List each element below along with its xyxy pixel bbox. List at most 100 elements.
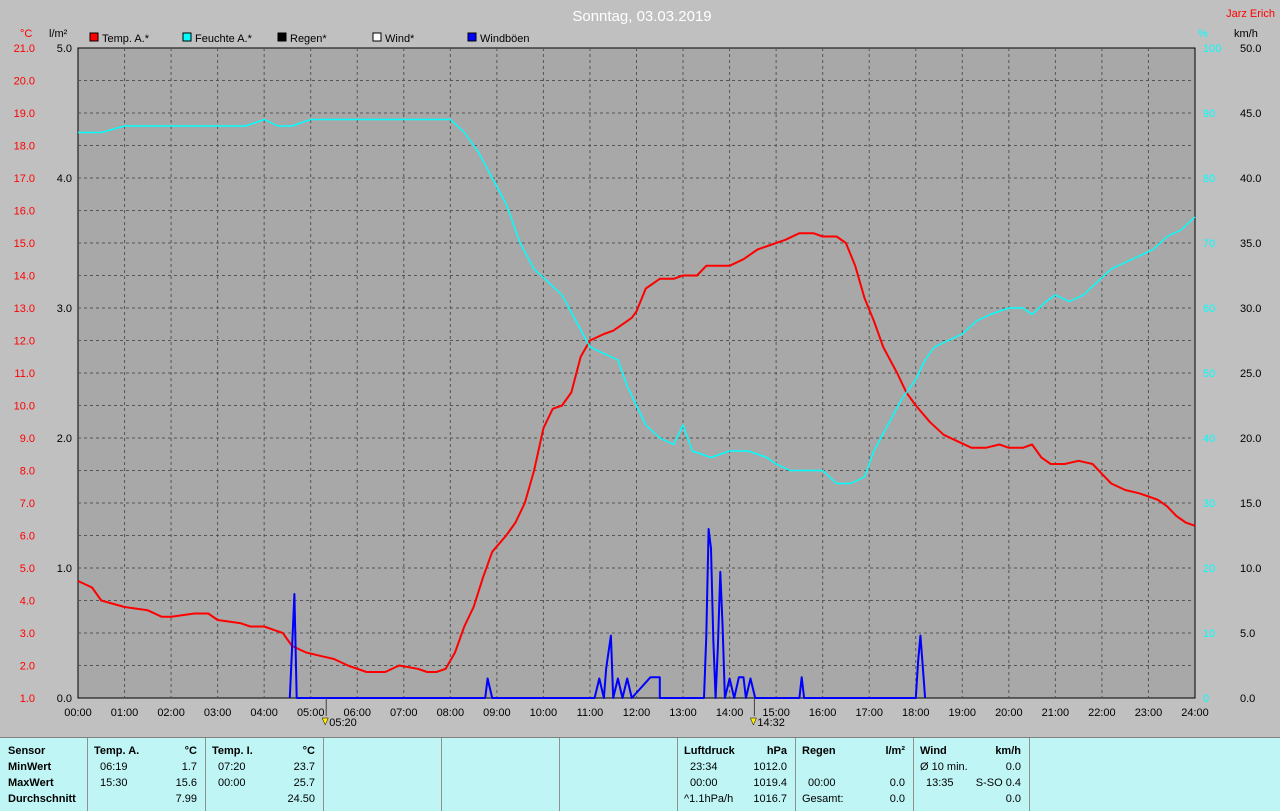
wind-tick-label: 50.0: [1240, 43, 1261, 55]
pressure-column: Luftdruck hPa 23:34 1012.0 00:00 1019.4 …: [678, 738, 796, 811]
time-tick-label: 20:00: [995, 707, 1023, 719]
temp-a-max-value: 15.6: [175, 777, 197, 789]
temp-tick-label: 21.0: [14, 43, 35, 55]
time-tick-label: 18:00: [902, 707, 930, 719]
pressure-min-time: 23:34: [690, 761, 718, 773]
pressure-max-time: 00:00: [690, 777, 718, 789]
humidity-tick-label: 60: [1203, 303, 1215, 315]
temp-tick-label: 3.0: [20, 628, 35, 640]
wind-tick-label: 40.0: [1240, 173, 1261, 185]
temp-tick-label: 20.0: [14, 76, 35, 88]
rain-total-label: Gesamt:: [802, 793, 844, 805]
wind-tick-label: 35.0: [1240, 238, 1261, 250]
time-tick-label: 02:00: [157, 707, 185, 719]
time-tick-label: 08:00: [437, 707, 465, 719]
humidity-tick-label: 20: [1203, 563, 1215, 575]
humidity-tick-label: 100: [1203, 43, 1221, 55]
temp-tick-label: 9.0: [20, 433, 35, 445]
temp-tick-label: 16.0: [14, 206, 35, 218]
legend-swatch: [372, 32, 382, 42]
time-tick-label: 00:00: [64, 707, 92, 719]
time-tick-label: 05:00: [297, 707, 325, 719]
wind-avg-value: 0.0: [1005, 761, 1021, 773]
maxwert-label: MaxWert: [8, 777, 54, 789]
sunrise-icon: [321, 717, 329, 726]
legend-swatch: [89, 32, 99, 42]
empty-column-1: [324, 738, 442, 811]
temp-a-min-value: 1.7: [181, 761, 197, 773]
wind-tick-label: 15.0: [1240, 498, 1261, 510]
temp-i-column: Temp. I. °C 07:20 23.7 00:00 25.7 24.50: [206, 738, 324, 811]
rain-tick-label: 3.0: [57, 303, 72, 315]
empty-column-2: [442, 738, 560, 811]
author-label: Jarz Erich: [1226, 8, 1275, 20]
legend-label: Regen*: [290, 33, 327, 45]
pressure-trend-label: ^1.1hPa/h: [684, 793, 734, 805]
minwert-label: MinWert: [8, 761, 52, 773]
temp-tick-label: 19.0: [14, 108, 35, 120]
wind-max-direction: S-SO 0.4: [975, 777, 1021, 789]
temp-tick-label: 18.0: [14, 141, 35, 153]
temp-i-average: 24.50: [287, 793, 315, 805]
wind-unit: km/h: [995, 745, 1021, 757]
empty-column-3: [560, 738, 678, 811]
humidity-tick-label: 30: [1203, 498, 1215, 510]
durchschnitt-label: Durchschnitt: [8, 793, 76, 805]
wind-header: Wind: [920, 745, 947, 757]
temp-tick-label: 5.0: [20, 563, 35, 575]
temp-tick-label: 4.0: [20, 596, 35, 608]
sunset-icon: [750, 717, 757, 726]
rain-tick-label: 0.0: [57, 693, 72, 705]
time-tick-label: 19:00: [949, 707, 977, 719]
temp-tick-label: 11.0: [14, 368, 35, 380]
humidity-tick-label: 80: [1203, 173, 1215, 185]
temp-tick-label: 17.0: [14, 173, 35, 185]
temp-a-min-time: 06:19: [100, 761, 128, 773]
rain-column: Regen l/m² 00:00 0.0 Gesamt: 0.0: [796, 738, 914, 811]
pressure-header: Luftdruck: [684, 745, 735, 757]
legend-label: Windböen: [480, 33, 530, 45]
time-tick-label: 12:00: [623, 707, 651, 719]
time-tick-label: 01:00: [111, 707, 139, 719]
temp-a-average: 7.99: [175, 793, 197, 805]
pressure-min-value: 1012.0: [753, 761, 787, 773]
wind-column: Wind km/h Ø 10 min. 0.0 13:35 S-SO 0.4 0…: [914, 738, 1030, 811]
time-tick-label: 17:00: [855, 707, 883, 719]
time-tick-label: 04:00: [250, 707, 278, 719]
temp-tick-label: 7.0: [20, 498, 35, 510]
wind-tick-label: 20.0: [1240, 433, 1261, 445]
temp-tick-label: 6.0: [20, 531, 35, 543]
wind-tick-label: 45.0: [1240, 108, 1261, 120]
legend-label: Feuchte A.*: [195, 33, 253, 45]
humidity-tick-label: 40: [1203, 433, 1215, 445]
time-tick-label: 10:00: [530, 707, 558, 719]
wind-tick-label: 5.0: [1240, 628, 1255, 640]
rain-tick-label: 1.0: [57, 563, 72, 575]
legend: Temp. A.* Feuchte A.* Regen* Wind* Windböen: [89, 32, 530, 45]
legend-swatch: [277, 32, 287, 42]
temp-i-max-value: 25.7: [293, 777, 315, 789]
temp-tick-label: 15.0: [14, 238, 35, 250]
rain-tick-label: 5.0: [57, 43, 72, 55]
pressure-trend-value: 1016.7: [753, 793, 787, 805]
temp-tick-label: 13.0: [14, 303, 35, 315]
wind-tick-label: 30.0: [1240, 303, 1261, 315]
rain-total-value: 0.0: [889, 793, 905, 805]
time-tick-label: 07:00: [390, 707, 418, 719]
sensor-column: Sensor MinWert MaxWert Durchschnitt: [0, 738, 88, 811]
wind-unit-label: km/h: [1234, 28, 1258, 40]
wind-avg-label: Ø 10 min.: [920, 761, 968, 773]
pressure-unit: hPa: [766, 745, 787, 757]
temp-tick-label: 14.0: [14, 271, 35, 283]
time-tick-label: 14:00: [716, 707, 744, 719]
rain-max-time: 00:00: [808, 777, 836, 789]
temp-a-column: Temp. A. °C 06:19 1.7 15:30 15.6 7.99: [88, 738, 206, 811]
time-tick-label: 03:00: [204, 707, 232, 719]
temp-unit-label: °C: [20, 28, 32, 40]
temp-tick-label: 12.0: [14, 336, 35, 348]
humidity-tick-label: 0: [1203, 693, 1209, 705]
time-tick-label: 11:00: [577, 707, 604, 719]
time-tick-label: 09:00: [483, 707, 511, 719]
rain-unit-label: l/m²: [49, 28, 68, 40]
time-tick-label: 23:00: [1135, 707, 1163, 719]
